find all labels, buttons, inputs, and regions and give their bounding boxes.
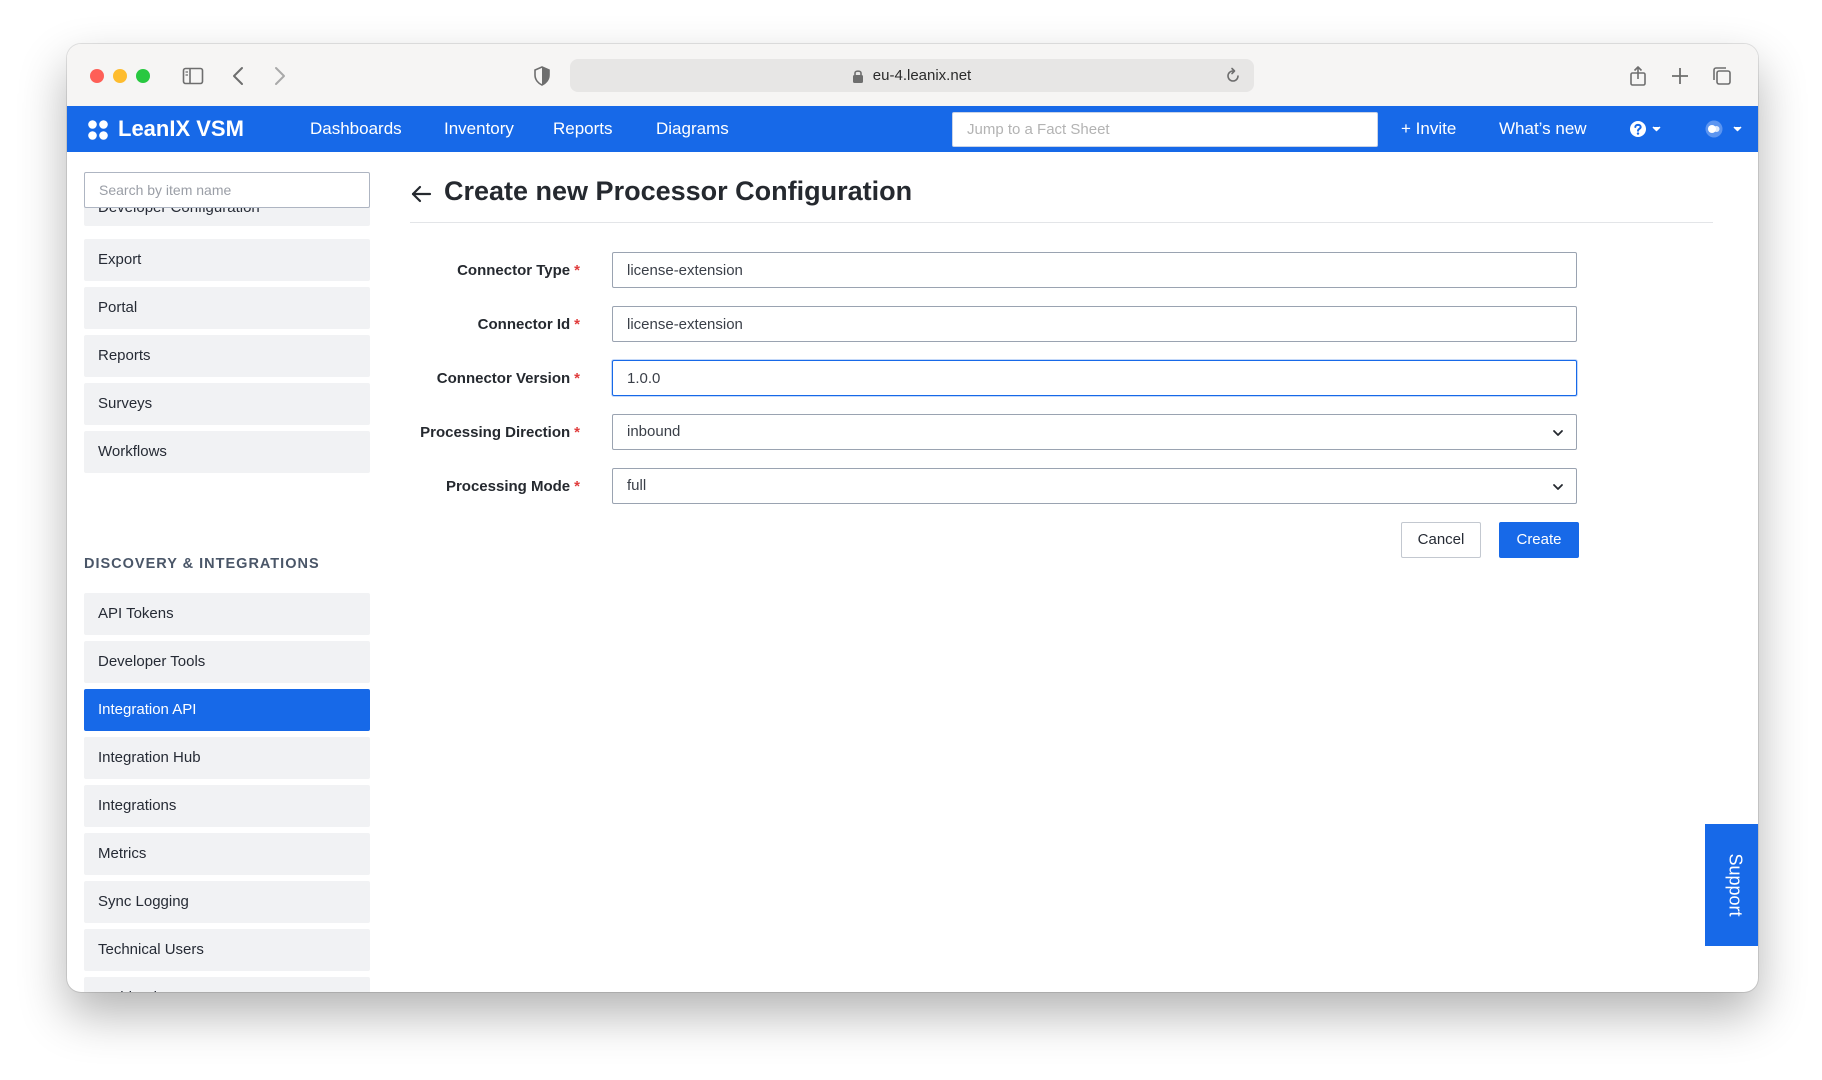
connector-version-input[interactable]: [612, 360, 1577, 396]
sidebar-search-input[interactable]: [84, 172, 370, 208]
sidebar-item-surveys[interactable]: Surveys: [84, 383, 370, 425]
connector-id-input[interactable]: [612, 306, 1577, 342]
zoom-window-button[interactable]: [136, 69, 150, 83]
leanix-logo-icon[interactable]: [87, 119, 109, 141]
sidebar-item-portal[interactable]: Portal: [84, 287, 370, 329]
fact-sheet-search-input[interactable]: [952, 112, 1378, 147]
sidebar-item-metrics[interactable]: Metrics: [84, 833, 370, 875]
sidebar-item-integrations[interactable]: Integrations: [84, 785, 370, 827]
processing-direction-label: Processing Direction *: [420, 424, 580, 441]
brand-name[interactable]: LeanIX VSM: [118, 116, 244, 142]
chevron-down-icon: [1553, 484, 1563, 490]
nav-dashboards[interactable]: Dashboards: [310, 119, 402, 139]
connector-id-label: Connector Id *: [477, 316, 580, 333]
sidebar-item-sync-logging[interactable]: Sync Logging: [84, 881, 370, 923]
app-navbar: LeanIX VSM Dashboards Inventory Reports …: [67, 106, 1758, 152]
whats-new-link[interactable]: What’s new: [1499, 119, 1587, 139]
title-divider: [410, 222, 1713, 223]
browser-window: eu-4.leanix.net LeanIX VSM Dashboards In…: [67, 44, 1758, 992]
processing-mode-value: full: [627, 477, 647, 494]
address-bar[interactable]: eu-4.leanix.net: [570, 59, 1254, 92]
invite-button[interactable]: + Invite: [1401, 119, 1456, 139]
sidebar-item-workflows[interactable]: Workflows: [84, 431, 370, 473]
nav-inventory[interactable]: Inventory: [444, 119, 514, 139]
sidebar-section-heading: DISCOVERY & INTEGRATIONS: [84, 556, 320, 572]
new-tab-icon[interactable]: [1668, 64, 1692, 88]
nav-reports[interactable]: Reports: [553, 119, 613, 139]
sidebar-item-reports[interactable]: Reports: [84, 335, 370, 377]
back-arrow-icon[interactable]: [410, 183, 432, 205]
sidebar-item-technical-users[interactable]: Technical Users: [84, 929, 370, 971]
processing-mode-label: Processing Mode *: [445, 478, 580, 495]
back-icon[interactable]: [227, 64, 251, 88]
connector-type-label: Connector Type *: [457, 262, 580, 279]
chevron-down-icon: [1553, 430, 1563, 436]
sidebar-item-integration-hub[interactable]: Integration Hub: [84, 737, 370, 779]
sidebar-item-api-tokens[interactable]: API Tokens: [84, 593, 370, 635]
address-text: eu-4.leanix.net: [872, 67, 972, 84]
tab-overview-icon[interactable]: [1710, 64, 1734, 88]
create-button[interactable]: Create: [1499, 522, 1579, 558]
sidebar-item-webhooks[interactable]: Webhooks: [84, 977, 370, 992]
processing-mode-select[interactable]: full: [612, 468, 1577, 504]
sidebar-item-export[interactable]: Export: [84, 239, 370, 281]
minimize-window-button[interactable]: [113, 69, 127, 83]
shield-icon[interactable]: [530, 64, 554, 88]
browser-toolbar: eu-4.leanix.net: [67, 44, 1758, 107]
sidebar-item-integration-api[interactable]: Integration API: [84, 689, 370, 731]
close-window-button[interactable]: [90, 69, 104, 83]
user-avatar-icon[interactable]: [1704, 120, 1748, 138]
sidebar-item-developer-tools[interactable]: Developer Tools: [84, 641, 370, 683]
forward-icon[interactable]: [267, 64, 291, 88]
share-icon[interactable]: [1626, 64, 1650, 88]
help-icon[interactable]: [1629, 120, 1665, 138]
connector-type-input[interactable]: [612, 252, 1577, 288]
cancel-button[interactable]: Cancel: [1401, 522, 1481, 558]
support-label: Support: [1725, 853, 1746, 917]
processing-direction-value: inbound: [627, 423, 681, 440]
admin-sidebar: Developer Configuration Export Portal Re…: [84, 152, 370, 992]
reload-icon[interactable]: [1224, 67, 1242, 85]
processing-direction-select[interactable]: inbound: [612, 414, 1577, 450]
support-tab[interactable]: Support: [1705, 824, 1758, 946]
page-title: Create new Processor Configuration: [444, 176, 913, 206]
connector-version-label: Connector Version *: [436, 370, 580, 387]
nav-diagrams[interactable]: Diagrams: [656, 119, 729, 139]
sidebar-toggle-icon[interactable]: [181, 64, 205, 88]
